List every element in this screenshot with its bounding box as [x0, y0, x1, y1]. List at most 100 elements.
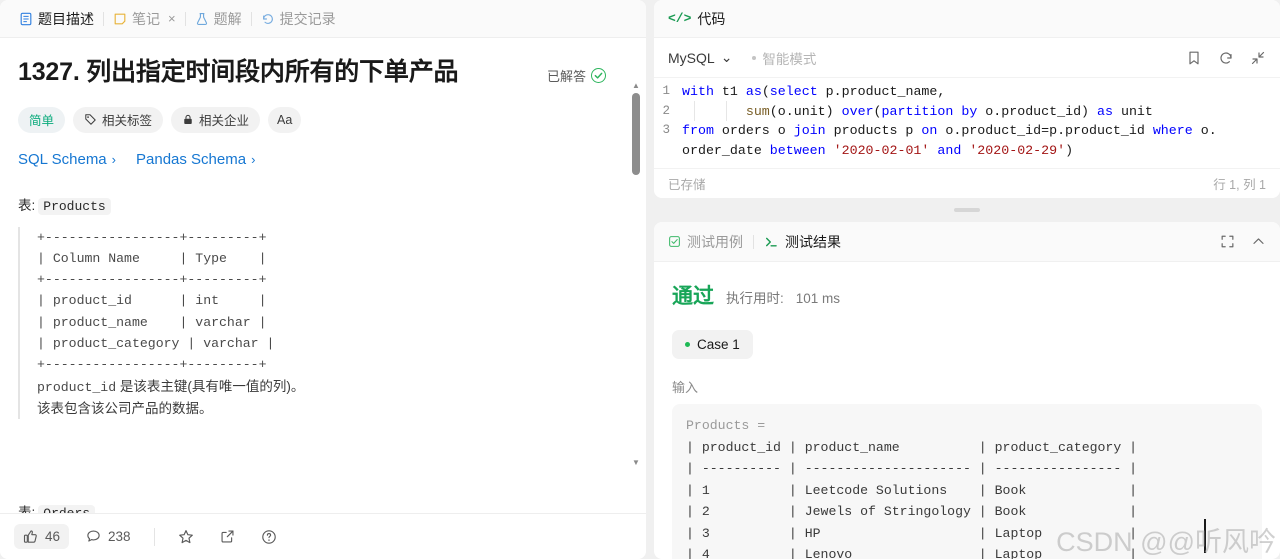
code-title: 代码 — [697, 10, 726, 27]
flask-icon — [195, 12, 209, 26]
code-line[interactable]: 1 with t1 as(select p.product_name, — [654, 82, 1280, 102]
title-row: 1327. 列出指定时间段内所有的下单产品 已解答 — [18, 38, 628, 89]
code-tool-icons — [1186, 50, 1266, 66]
scroll-up-icon[interactable]: ▲ — [632, 82, 640, 90]
code-editor[interactable]: 1 with t1 as(select p.product_name, 2 sum(… — [654, 78, 1280, 168]
app-root: 题目描述 笔记 × 题解 提交记录 1327. 列出指定时间段内所有的下单产品 … — [0, 0, 1280, 559]
tab-label: 测试用例 — [687, 233, 743, 250]
tab-problem-description[interactable]: 题目描述 — [10, 6, 103, 32]
chip-difficulty[interactable]: 简单 — [18, 106, 66, 133]
bookmark-icon[interactable] — [1186, 50, 1202, 66]
problem-content: 1327. 列出指定时间段内所有的下单产品 已解答 简单 相关标签 相关企业 A… — [0, 38, 646, 513]
code-toolbar: MySQL ⌄ 智能模式 — [654, 38, 1280, 78]
line-number: 1 — [662, 84, 670, 98]
problem-panel: 题目描述 笔记 × 题解 提交记录 1327. 列出指定时间段内所有的下单产品 … — [0, 0, 646, 559]
problem-footer: 46 238 — [0, 513, 646, 559]
thumbs-up-icon — [23, 529, 38, 544]
share-button[interactable] — [211, 524, 244, 549]
case-tabs: Case 1 — [672, 330, 1262, 359]
schema-links: SQL Schema › Pandas Schema › — [18, 151, 628, 168]
tab-testresult[interactable]: 测试结果 — [764, 232, 841, 252]
status-badge: 已解答 — [547, 66, 606, 85]
tab-submissions[interactable]: 提交记录 — [252, 6, 345, 32]
code-line[interactable]: order_date between '2020-02-01' and '202… — [654, 141, 1280, 161]
code-text: from orders o join products p on o.produ… — [682, 123, 1217, 139]
note-text: 该表包含该公司产品的数据。 — [37, 400, 213, 416]
tab-label: 提交记录 — [279, 10, 336, 27]
tab-testcase[interactable]: 测试用例 — [668, 232, 743, 252]
chip-label: 简单 — [29, 114, 55, 128]
checkbox-icon — [668, 235, 681, 248]
code-brackets-icon: </> — [668, 11, 692, 26]
problem-scrollbar[interactable]: ▲ ▼ — [630, 82, 642, 467]
comment-button[interactable]: 238 — [77, 524, 140, 549]
footer-divider — [153, 527, 155, 546]
language-selector[interactable]: MySQL ⌄ — [668, 49, 732, 66]
scrollbar-thumb[interactable] — [632, 93, 640, 175]
input-data-box: Products = | product_id | product_name |… — [672, 404, 1262, 559]
chip-related-companies[interactable]: 相关企业 — [171, 106, 261, 133]
result-panel-header: 测试用例 测试结果 — [654, 222, 1280, 262]
link-sql-schema[interactable]: SQL Schema › — [18, 151, 116, 168]
line-number: 2 — [662, 103, 670, 118]
tab-label: 题目描述 — [38, 10, 94, 27]
table-heading-products: 表: Products — [18, 194, 628, 215]
reset-icon[interactable] — [1218, 50, 1234, 66]
scroll-down-icon[interactable]: ▼ — [632, 459, 640, 467]
comment-icon — [86, 529, 101, 544]
code-line[interactable]: 2 sum(o.unit) over(partition by o.produc… — [654, 102, 1280, 122]
chip-label: 相关企业 — [199, 114, 250, 128]
code-text: order_date between '2020-02-01' and '202… — [682, 142, 1074, 158]
input-data-table: | product_id | product_name | product_ca… — [686, 439, 1138, 559]
like-button[interactable]: 46 — [14, 524, 70, 549]
ascii-table: +-----------------+---------+ | Column N… — [37, 229, 275, 373]
editor-column: </> 代码 MySQL ⌄ 智能模式 1 with t1 as(select … — [646, 0, 1280, 559]
code-text: sum(o.unit) over(partition by o.product_… — [745, 103, 1153, 119]
question-circle-icon — [261, 529, 277, 545]
chevron-up-icon[interactable] — [1251, 234, 1266, 249]
table-prefix: 表: — [18, 197, 36, 213]
code-header-label: </> 代码 — [668, 9, 725, 29]
table-name: Products — [38, 197, 111, 215]
help-button[interactable] — [252, 524, 286, 550]
collapse-icon[interactable] — [1250, 50, 1266, 66]
scrollbar-track[interactable] — [630, 93, 642, 456]
code-panel-header: </> 代码 — [654, 0, 1280, 38]
text-cursor — [1204, 519, 1206, 553]
panel-resize-strip[interactable] — [654, 204, 1280, 216]
case-chip-1[interactable]: Case 1 — [672, 330, 753, 359]
tab-solutions[interactable]: 题解 — [186, 6, 251, 32]
input-variable-name: Products = — [686, 418, 766, 433]
case-label: Case 1 — [697, 337, 740, 352]
line-number: 3 — [662, 123, 670, 138]
chip-label: Aa — [277, 112, 293, 127]
smart-mode-toggle[interactable]: 智能模式 — [752, 48, 816, 68]
code-status-bar: 已存储 行 1, 列 1 — [654, 168, 1280, 198]
language-label: MySQL — [668, 49, 715, 66]
chip-related-tags[interactable]: 相关标签 — [73, 106, 164, 133]
tab-divider — [753, 234, 754, 249]
tab-notes[interactable]: 笔记 × — [104, 6, 185, 32]
code-lines[interactable]: 1 with t1 as(select p.product_name, 2 sum(… — [654, 82, 1280, 160]
verdict-row: 通过 执行用时: 101 ms — [672, 280, 1262, 310]
drag-handle[interactable] — [954, 208, 980, 212]
code-panel: </> 代码 MySQL ⌄ 智能模式 1 with t1 as(select … — [654, 0, 1280, 198]
code-line[interactable]: 3 from orders o join products p on o.prod… — [654, 121, 1280, 141]
chip-font-size[interactable]: Aa — [268, 106, 302, 133]
favorite-button[interactable] — [169, 524, 203, 550]
expand-icon[interactable] — [1220, 234, 1235, 249]
indent-guide — [694, 101, 695, 121]
chevron-right-icon: › — [251, 151, 256, 167]
history-icon — [261, 12, 275, 26]
share-icon — [220, 529, 235, 544]
table-name: Orders — [38, 505, 96, 513]
chip-label: 相关标签 — [102, 114, 153, 128]
result-tool-icons — [1220, 234, 1266, 249]
link-pandas-schema[interactable]: Pandas Schema › — [136, 151, 255, 168]
close-icon[interactable]: × — [168, 12, 176, 25]
comment-count: 238 — [108, 529, 131, 544]
like-count: 46 — [45, 529, 61, 544]
indent-guide — [726, 101, 727, 121]
runtime-value: 101 ms — [795, 291, 841, 306]
status-dot-icon — [752, 55, 757, 60]
